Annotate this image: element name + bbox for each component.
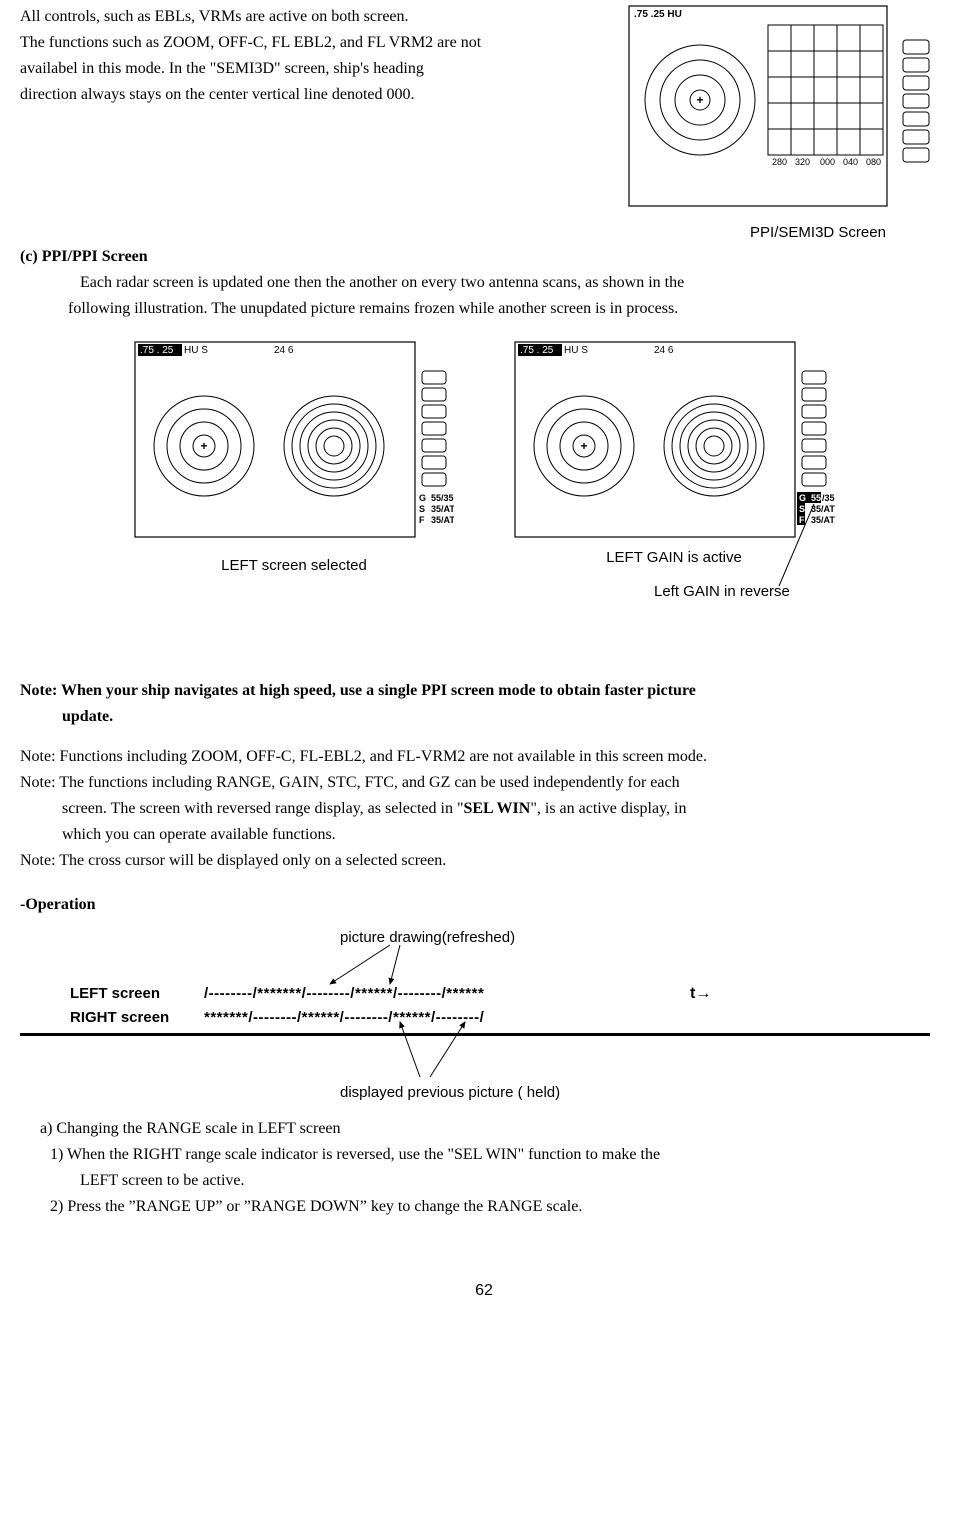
svg-text:080: 080	[866, 157, 881, 167]
figure-ppi-semi3d: .75 .25 HU + 280 320 000 040	[628, 5, 948, 245]
intro-line: All controls, such as EBLs, VRMs are act…	[20, 5, 608, 29]
timing-top-label: picture drawing(refreshed)	[340, 927, 515, 950]
timing-diagram: picture drawing(refreshed) LEFT screen /…	[20, 927, 948, 1107]
svg-text:280: 280	[772, 157, 787, 167]
note1: Note: When your ship navigates at high s…	[20, 679, 948, 703]
note3c: which you can operate available function…	[62, 823, 948, 847]
fig1-caption: PPI/SEMI3D Screen	[688, 222, 948, 245]
svg-text:320: 320	[795, 157, 810, 167]
svg-text:35/AT: 35/AT	[431, 504, 454, 514]
svg-text:G: G	[799, 493, 806, 503]
section-c-title: (c) PPI/PPI Screen	[20, 245, 948, 269]
right-screen-label: RIGHT screen	[70, 1007, 200, 1030]
svg-text:G: G	[419, 493, 426, 503]
left-pattern: /--------/*******/--------/******/------…	[204, 985, 484, 1002]
left-caption: LEFT screen selected	[134, 555, 454, 578]
figure-left-selected: .75 . 25 HU S 24 6 +	[134, 341, 454, 609]
intro-line: availabel in this mode. In the "SEMI3D" …	[20, 57, 608, 81]
sub-a1a: 1) When the RIGHT range scale indicator …	[50, 1143, 948, 1167]
t-arrow: t→	[690, 982, 711, 1006]
sub-a2: 2) Press the ”RANGE UP” or ”RANGE DOWN” …	[50, 1195, 948, 1219]
svg-text:S: S	[419, 504, 425, 514]
timing-bottom-label: displayed previous picture ( held)	[340, 1082, 560, 1105]
reverse-label: Left GAIN in reverse	[654, 581, 790, 604]
fig1-header: .75 .25 HU	[634, 9, 682, 20]
note3b: screen. The screen with reversed range d…	[62, 797, 948, 821]
svg-text:+: +	[696, 93, 703, 107]
svg-text:24 6: 24 6	[274, 345, 294, 356]
svg-text:HU S: HU S	[564, 345, 588, 356]
figure-left-gain-active: .75 . 25 HU S 24 6 +	[514, 341, 834, 609]
svg-text:+: +	[580, 439, 587, 453]
svg-text:/35: /35	[822, 493, 835, 503]
note2: Note: Functions including ZOOM, OFF-C, F…	[20, 745, 948, 769]
svg-text:55/35: 55/35	[431, 493, 454, 503]
sub-a-title: a) Changing the RANGE scale in LEFT scre…	[40, 1117, 948, 1141]
svg-text:55: 55	[811, 493, 821, 503]
note3a: Note: The functions including RANGE, GAI…	[20, 771, 948, 795]
right-pattern: *******/--------/******/--------/******/…	[204, 1009, 484, 1026]
svg-text:35/AT: 35/AT	[431, 515, 454, 525]
svg-text:.75 . 25: .75 . 25	[520, 345, 554, 356]
svg-text:HU S: HU S	[184, 345, 208, 356]
svg-text:000: 000	[820, 157, 835, 167]
intro-line: direction always stays on the center ver…	[20, 83, 608, 107]
sub-a1b: LEFT screen to be active.	[80, 1169, 948, 1193]
operation-heading: -Operation	[20, 896, 96, 913]
intro-line: The functions such as ZOOM, OFF-C, FL EB…	[20, 31, 608, 55]
intro-paragraph: All controls, such as EBLs, VRMs are act…	[20, 5, 608, 109]
svg-text:24 6: 24 6	[654, 345, 674, 356]
left-screen-label: LEFT screen	[70, 983, 200, 1006]
svg-text:35/AT: 35/AT	[811, 504, 835, 514]
ppi-semi3d-svg: .75 .25 HU + 280 320 000 040	[628, 5, 948, 210]
timing-axis	[20, 1033, 930, 1036]
svg-text:F: F	[419, 515, 425, 525]
svg-text:.75 . 25: .75 . 25	[140, 345, 174, 356]
page-number: 62	[20, 1279, 948, 1303]
note1b: update.	[62, 705, 948, 729]
section-c-line: following illustration. The unupdated pi…	[68, 297, 948, 321]
svg-text:S: S	[799, 504, 805, 514]
section-c-line: Each radar screen is updated one then th…	[80, 271, 948, 295]
svg-text:+: +	[200, 439, 207, 453]
svg-text:35/AT: 35/AT	[811, 515, 835, 525]
right-caption: LEFT GAIN is active	[554, 547, 794, 570]
note4: Note: The cross cursor will be displayed…	[20, 849, 948, 873]
svg-text:F: F	[799, 515, 805, 525]
svg-text:040: 040	[843, 157, 858, 167]
